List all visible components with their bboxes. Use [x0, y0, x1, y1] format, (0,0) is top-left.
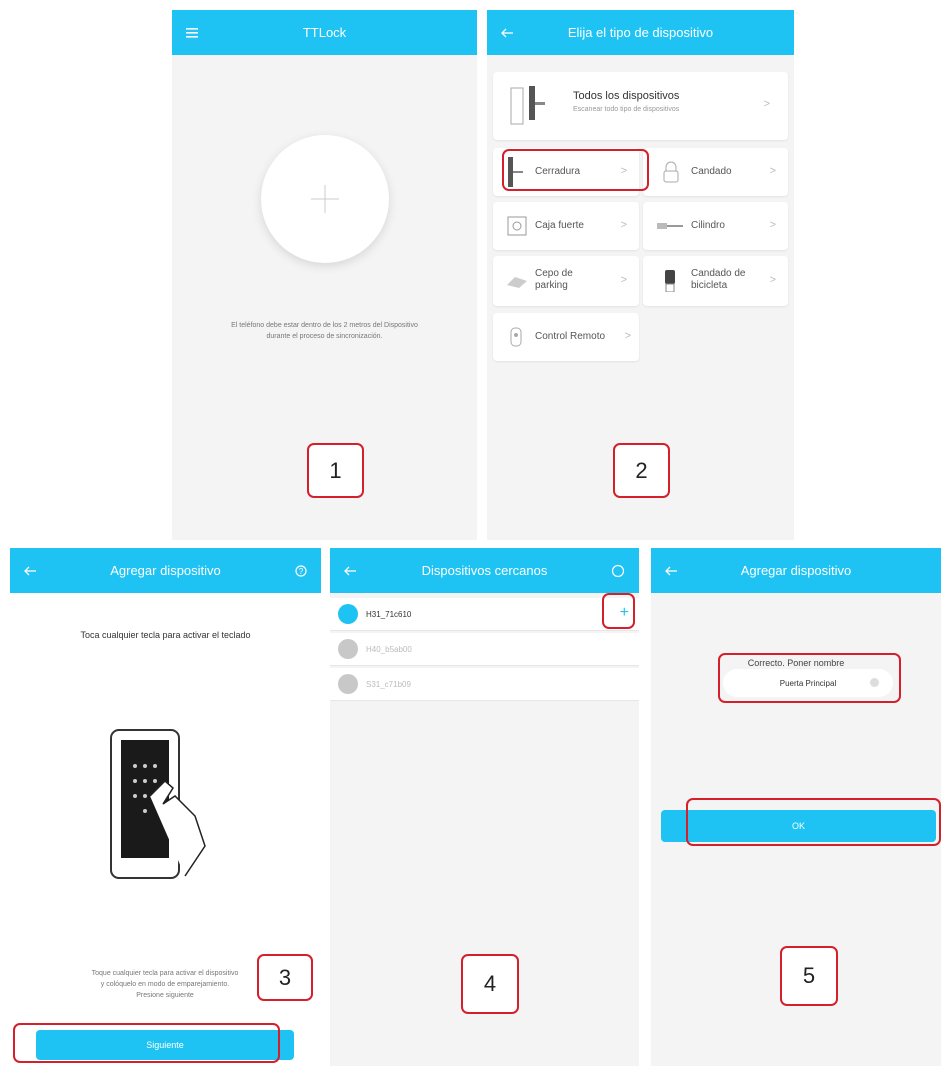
chevron-right-icon: > — [620, 219, 627, 231]
highlight-add-icon — [602, 593, 635, 629]
lock-device-icon — [338, 674, 358, 694]
device-type-label: Caja fuerte — [535, 220, 584, 231]
top-bar: Agregar dispositivo ? — [10, 548, 321, 593]
device-type-candado[interactable]: Candado > — [643, 148, 788, 196]
top-bar: TTLock — [172, 10, 477, 55]
back-arrow-icon[interactable] — [344, 548, 356, 593]
device-row[interactable]: S31_c71b09 — [330, 668, 639, 701]
device-type-cepo-de-parking[interactable]: Cepo de parking > — [493, 256, 639, 306]
top-bar: Dispositivos cercanos — [330, 548, 639, 593]
top-bar: Agregar dispositivo — [651, 548, 941, 593]
screen-title: Elija el tipo de dispositivo — [567, 25, 714, 40]
device-name: H31_71c610 — [366, 609, 412, 619]
parking-lock-icon — [507, 277, 527, 288]
all-devices-card[interactable]: Todos los dispositivos Escanear todo tip… — [493, 72, 788, 140]
device-type-label: Cilindro — [691, 220, 725, 231]
step-badge-4: 4 — [461, 954, 519, 1014]
chevron-right-icon: > — [769, 219, 776, 231]
all-devices-title: Todos los dispositivos — [573, 90, 680, 102]
chevron-right-icon: > — [620, 274, 627, 286]
screen-title: Agregar dispositivo — [740, 563, 852, 578]
device-name: H40_b5ab00 — [366, 644, 412, 654]
add-lock-button[interactable] — [261, 135, 389, 263]
highlight-ok-button — [686, 798, 941, 846]
cylinder-icon — [657, 223, 683, 229]
screen-nearby-devices: Dispositivos cercanos H31_71c610 + H40_b… — [330, 548, 639, 1066]
safe-icon — [507, 216, 527, 236]
chevron-right-icon: > — [624, 330, 631, 342]
screen-add-device: Agregar dispositivo ? Toca cualquier tec… — [10, 548, 321, 1066]
menu-icon[interactable] — [186, 10, 198, 55]
svg-text:?: ? — [299, 567, 304, 576]
chevron-right-icon: > — [769, 274, 776, 286]
device-type-caja-fuerte[interactable]: Caja fuerte > — [493, 202, 639, 250]
chevron-right-icon: > — [769, 165, 776, 177]
device-name: S31_c71b09 — [366, 679, 411, 689]
step-badge-3: 3 — [257, 954, 313, 1001]
step-badge-5: 5 — [780, 946, 838, 1006]
device-type-label: Control Remoto — [535, 331, 606, 342]
top-bar: Elija el tipo de dispositivo — [487, 10, 794, 55]
keypad-illustration — [110, 729, 206, 879]
refresh-icon[interactable] — [611, 548, 625, 593]
step-badge-2: 2 — [613, 443, 670, 498]
remote-icon — [510, 327, 522, 347]
instructions: Toque cualquier tecla para activar el di… — [91, 970, 239, 999]
highlight-next-button — [13, 1023, 280, 1063]
screen-title: Dispositivos cercanos — [421, 563, 548, 578]
lock-device-icon — [338, 604, 358, 624]
screen-name-device: Agregar dispositivo Correcto. Poner nomb… — [651, 548, 941, 1066]
screen-home: TTLock El teléfono debe estar dentro de … — [172, 10, 477, 540]
screen-title: Agregar dispositivo — [110, 563, 221, 578]
back-arrow-icon[interactable] — [665, 548, 677, 593]
app-title: TTLock — [302, 25, 347, 40]
lock-device-icon — [338, 639, 358, 659]
bike-lock-icon — [665, 270, 675, 292]
device-type-cilindro[interactable]: Cilindro > — [643, 202, 788, 250]
plus-icon — [311, 185, 339, 213]
device-row[interactable]: H31_71c610 + — [330, 598, 639, 631]
screen-device-type: Elija el tipo de dispositivo Todos los d… — [487, 10, 794, 540]
device-row[interactable]: H40_b5ab00 — [330, 633, 639, 666]
heading: Toca cualquier tecla para activar el tec… — [80, 630, 251, 640]
highlight-cerradura — [502, 149, 649, 191]
padlock-icon — [663, 161, 679, 183]
back-arrow-icon[interactable] — [24, 548, 36, 593]
chevron-right-icon: > — [763, 98, 770, 110]
device-type-label: Candado de bicicleta — [691, 268, 746, 291]
info-text: El teléfono debe estar dentro de los 2 m… — [231, 322, 418, 340]
highlight-name-input — [718, 653, 901, 703]
device-type-label: Cepo de parking — [535, 268, 573, 291]
all-devices-subtitle: Escanear todo tipo de dispositivos — [573, 106, 680, 113]
door-lock-icon — [510, 86, 545, 125]
device-type-label: Candado — [691, 166, 732, 177]
back-arrow-icon[interactable] — [501, 10, 513, 55]
step-badge-1: 1 — [307, 443, 364, 498]
device-type-candado-bicicleta[interactable]: Candado de bicicleta > — [643, 256, 788, 306]
help-icon[interactable]: ? — [295, 548, 307, 593]
device-type-control-remoto[interactable]: Control Remoto > — [493, 313, 639, 361]
